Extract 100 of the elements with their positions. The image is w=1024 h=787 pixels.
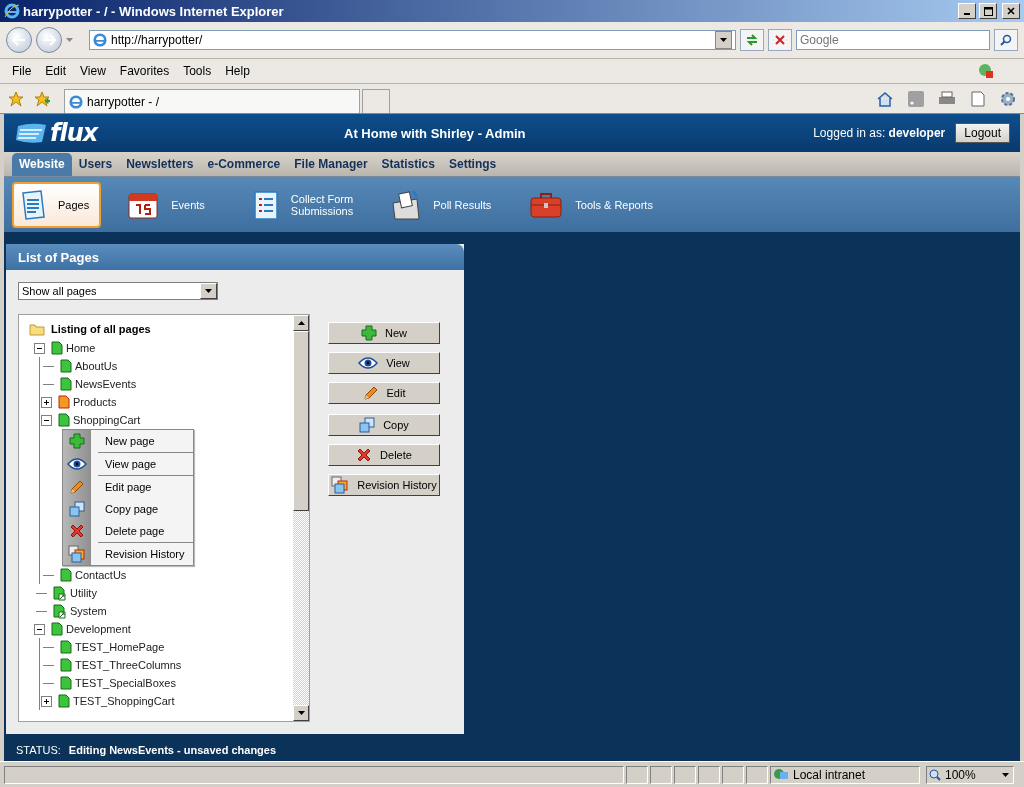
tree-item[interactable]: Utility <box>70 587 97 599</box>
status-pane <box>746 765 768 784</box>
menu-item[interactable]: Tools <box>177 62 218 80</box>
tree-item[interactable]: ShoppingCart <box>73 414 141 426</box>
tree-item[interactable]: AboutUs <box>75 360 118 372</box>
nav-tab[interactable]: Newsletters <box>119 153 201 176</box>
nav-tab[interactable]: Statistics <box>374 153 442 176</box>
tree-item[interactable]: TEST_SpecialBoxes <box>75 677 176 689</box>
action-button[interactable]: View <box>328 352 440 374</box>
address-dropdown-button[interactable] <box>715 31 732 49</box>
status-pane <box>650 765 672 784</box>
action-button[interactable]: Delete <box>328 444 440 466</box>
collapse-toggle[interactable] <box>34 623 45 635</box>
page-icon <box>60 568 72 582</box>
action-button[interactable]: Edit <box>328 382 440 404</box>
tree-item[interactable]: NewsEvents <box>75 378 137 390</box>
tree-item[interactable]: ContactUs <box>75 569 127 581</box>
browser-tab[interactable]: harrypotter - / <box>64 89 360 113</box>
action-button[interactable]: Copy <box>328 414 440 436</box>
scrollbar[interactable] <box>293 315 309 721</box>
nav-tab[interactable]: File Manager <box>287 153 375 176</box>
logout-button[interactable]: Logout <box>955 123 1010 143</box>
search-button[interactable] <box>994 29 1018 51</box>
tree-item[interactable]: TEST_HomePage <box>75 641 165 653</box>
home-icon[interactable] <box>876 90 894 107</box>
globe-icon[interactable] <box>978 63 994 79</box>
nav-tab[interactable]: Settings <box>441 153 504 176</box>
page-menu-icon[interactable] <box>970 90 986 107</box>
zoom-icon <box>929 768 941 781</box>
toolbar-item[interactable]: Pages <box>12 181 102 228</box>
caret-icon <box>205 289 212 293</box>
refresh-button[interactable] <box>740 29 764 51</box>
tree-item[interactable]: Home <box>66 342 96 354</box>
forward-button[interactable] <box>36 27 62 53</box>
collapse-toggle[interactable] <box>41 414 52 426</box>
nav-tab[interactable]: Website <box>12 153 72 176</box>
page-icon <box>60 676 72 690</box>
folder-icon <box>29 322 45 336</box>
toolbar-item[interactable]: Tools & Reports <box>521 181 665 228</box>
menu-item[interactable]: File <box>6 62 38 80</box>
site-title: At Home with Shirley - Admin <box>344 125 527 141</box>
tree-item[interactable]: Products <box>73 396 117 408</box>
stop-button[interactable] <box>768 29 792 51</box>
eye-icon <box>67 457 87 471</box>
tree-item[interactable]: TEST_ThreeColumns <box>75 659 182 671</box>
favorites-star-icon[interactable] <box>8 90 24 107</box>
menu-item[interactable]: Copy page <box>105 503 159 515</box>
plus-icon <box>69 433 85 449</box>
expand-toggle[interactable] <box>41 396 52 408</box>
tree-item[interactable]: System <box>70 605 107 617</box>
pencil-icon <box>362 385 379 401</box>
menu-item[interactable]: New page <box>105 435 155 447</box>
print-icon[interactable] <box>938 90 956 107</box>
action-button[interactable]: New <box>328 322 440 344</box>
zoom-control[interactable]: 100% <box>926 765 1014 784</box>
address-field[interactable]: http://harrypotter/ <box>89 30 736 50</box>
caret-icon <box>1002 772 1009 777</box>
filter-dropdown[interactable]: Show all pages <box>18 282 218 300</box>
menu-item[interactable]: Favorites <box>113 62 176 80</box>
settings-icon[interactable] <box>1000 90 1016 107</box>
menu-item[interactable]: Help <box>219 62 256 80</box>
menu-item[interactable]: Edit page <box>105 481 152 493</box>
tree-item[interactable]: TEST_ShoppingCart <box>73 695 175 707</box>
search-field[interactable]: Google <box>796 30 990 50</box>
tree-item[interactable]: Development <box>66 623 131 635</box>
dropdown-arrow-icon[interactable] <box>66 38 73 42</box>
page-icon <box>58 395 70 409</box>
logo-text: flux <box>50 119 98 147</box>
toolbar-item[interactable]: Events <box>119 181 217 228</box>
status-message: Editing NewsEvents - unsaved changes <box>68 744 277 756</box>
toolbar-item[interactable]: Poll Results <box>383 181 504 228</box>
menu-item[interactable]: Delete page <box>105 525 165 537</box>
scroll-down-icon <box>297 711 305 715</box>
status-pane <box>722 765 744 784</box>
expand-toggle[interactable] <box>41 695 52 707</box>
security-zone: Local intranet <box>793 767 866 782</box>
browser-logo-icon <box>4 3 20 19</box>
scroll-up-icon <box>297 321 305 325</box>
status-pane <box>674 765 696 784</box>
refresh-icon <box>745 33 759 47</box>
nav-tab[interactable]: Users <box>71 153 120 176</box>
add-favorite-icon[interactable] <box>34 90 50 107</box>
close-button[interactable] <box>1002 3 1020 19</box>
page-icon <box>58 694 70 708</box>
toolbar-item[interactable]: Collect Form Submissions <box>244 181 366 228</box>
menu-item[interactable]: Revision History <box>105 548 185 560</box>
minimize-button[interactable] <box>958 3 976 19</box>
menu-item[interactable]: Edit <box>39 62 73 80</box>
page-icon <box>60 377 72 391</box>
copy-icon <box>69 501 85 517</box>
maximize-button[interactable] <box>979 3 997 19</box>
collapse-toggle[interactable] <box>34 342 45 354</box>
menu-item[interactable]: View <box>74 62 112 80</box>
checklist-icon <box>252 188 279 221</box>
panel-title: List of Pages <box>6 244 464 270</box>
nav-tab[interactable]: e-Commerce <box>200 153 288 176</box>
menu-item[interactable]: View page <box>105 458 157 470</box>
page-icon <box>60 640 72 654</box>
back-button[interactable] <box>6 27 32 53</box>
action-button[interactable]: Revision History <box>328 474 440 496</box>
